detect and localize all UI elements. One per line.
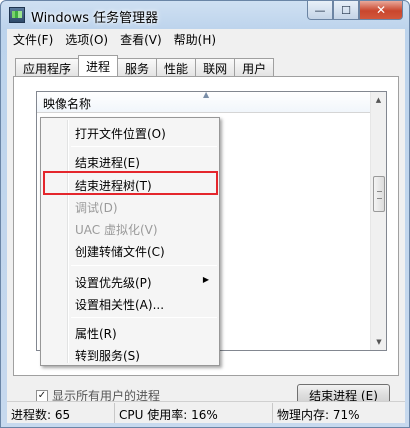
sort-arrow-icon: ▲ (203, 91, 210, 99)
menu-item-go-to-services[interactable]: 转到服务(S) (43, 343, 217, 365)
menu-item-uac-virtualization: UAC 虚拟化(V) (75, 223, 158, 237)
menu-separator (71, 146, 217, 147)
scroll-thumb[interactable] (373, 176, 385, 212)
tab-applications[interactable]: 应用程序 (15, 58, 80, 76)
menu-bar: 文件(F) 选项(O) 查看(V) 帮助(H) (7, 29, 405, 49)
menu-item-set-priority[interactable]: 设置优先级(P) ▶ (43, 270, 217, 292)
menu-item-set-affinity[interactable]: 设置相关性(A)... (43, 292, 217, 314)
tab-strip: 应用程序 进程 服务 性能 联网 用户 (15, 55, 275, 76)
status-memory: 物理内存: 71% (277, 407, 360, 422)
tab-services[interactable]: 服务 (117, 58, 158, 76)
menu-item-end-process[interactable]: 结束进程(E) (43, 150, 217, 172)
menu-item-open-file-location[interactable]: 打开文件位置(O) (43, 121, 217, 143)
close-button[interactable]: ✕ (359, 1, 403, 20)
menu-item-create-dump-file[interactable]: 创建转储文件(C) (43, 239, 217, 261)
status-process-count: 进程数: 65 (7, 402, 115, 423)
menu-item-label: 设置优先级(P) (75, 276, 152, 290)
minimize-icon: — (314, 3, 326, 17)
menu-separator (71, 265, 217, 266)
scroll-up-arrow-icon[interactable]: ▲ (371, 92, 386, 108)
column-header-label: 映像名称 (43, 97, 92, 111)
vertical-scrollbar[interactable]: ▲ ▼ (370, 92, 386, 350)
menu-view[interactable]: 查看(V) (114, 29, 168, 49)
tab-networking[interactable]: 联网 (195, 58, 236, 76)
minimize-button[interactable]: — (307, 1, 333, 20)
menu-item-end-process-tree[interactable]: 结束进程树(T) (43, 173, 217, 195)
menu-item-debug: 调试(D) (75, 201, 118, 215)
maximize-icon: ☐ (341, 3, 351, 17)
menu-file[interactable]: 文件(F) (7, 29, 59, 49)
show-all-users-checkbox[interactable]: ✓ (36, 389, 48, 402)
column-header-image-name[interactable]: 映像名称 ▲ (37, 92, 372, 113)
close-icon: ✕ (375, 3, 387, 17)
menu-help[interactable]: 帮助(H) (168, 29, 222, 49)
menu-item-properties[interactable]: 属性(R) (43, 321, 217, 343)
maximize-button[interactable]: ☐ (333, 1, 359, 20)
task-manager-icon (9, 7, 25, 23)
submenu-arrow-icon: ▶ (202, 275, 209, 284)
tab-processes[interactable]: 进程 (78, 55, 119, 76)
title-bar[interactable]: Windows 任务管理器 — ☐ ✕ (1, 1, 409, 29)
caption-buttons: — ☐ ✕ (307, 1, 403, 21)
status-cpu-usage: CPU 使用率: 16% (115, 402, 273, 423)
tab-performance[interactable]: 性能 (156, 58, 197, 76)
status-bar: 进程数: 65 CPU 使用率: 16% 物理内存: 71% (7, 401, 405, 423)
menu-options[interactable]: 选项(O) (59, 29, 114, 49)
window-title: Windows 任务管理器 (31, 11, 159, 26)
menu-separator (71, 317, 217, 318)
tab-users[interactable]: 用户 (234, 58, 275, 76)
process-context-menu: 打开文件位置(O) 结束进程(E) 结束进程树(T) 调试(D) UAC 虚拟化… (40, 117, 220, 366)
scroll-down-arrow-icon[interactable]: ▼ (371, 334, 386, 350)
